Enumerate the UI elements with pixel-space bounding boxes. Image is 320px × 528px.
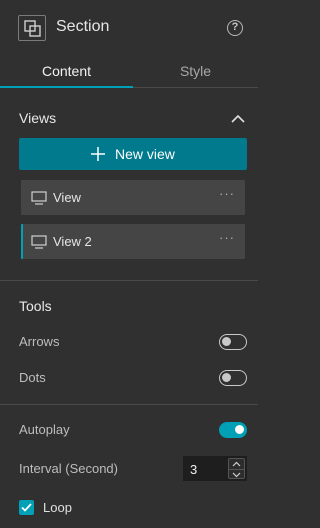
dots-toggle[interactable] [219,370,247,386]
view-list-item[interactable]: View ··· [21,180,245,215]
interval-value[interactable]: 3 [190,462,197,477]
arrows-label: Arrows [19,334,60,349]
new-view-button[interactable]: New view [19,138,247,170]
arrows-toggle[interactable] [219,334,247,350]
autoplay-toggle[interactable] [219,422,247,438]
tab-bar: Content Style [0,56,258,88]
help-icon[interactable]: ? [227,20,243,36]
view-label: View 2 [53,234,92,249]
interval-stepper[interactable] [228,458,245,479]
section-divider [0,280,258,281]
panel-title: Section [56,18,110,35]
views-section-title: Views [19,110,57,126]
view-label: View [53,190,81,205]
dots-label: Dots [19,370,46,385]
more-options-icon[interactable]: ··· [219,230,235,245]
step-up-icon[interactable] [229,459,244,469]
toggle-knob [222,373,231,382]
view-list-item-selected[interactable]: View 2 ··· [21,224,245,259]
toggle-knob [222,337,231,346]
tools-section-title: Tools [19,298,52,314]
section-widget-icon [18,15,46,41]
interval-label: Interval (Second) [19,461,118,476]
monitor-icon [31,191,47,208]
chevron-up-icon[interactable] [231,112,245,123]
tab-style[interactable]: Style [133,56,258,88]
section-divider [0,404,258,405]
autoplay-label: Autoplay [19,422,70,437]
plus-icon [90,146,106,165]
section-settings-panel: Section ? Content Style Views New view V… [0,0,258,528]
toggle-knob [235,425,244,434]
more-options-icon[interactable]: ··· [219,186,235,201]
panel-header: Section ? [0,0,258,56]
loop-label: Loop [43,500,72,515]
loop-checkbox[interactable] [19,500,34,515]
monitor-icon [31,235,47,252]
interval-input[interactable]: 3 [183,456,247,481]
tab-content[interactable]: Content [0,56,133,88]
step-down-icon[interactable] [229,469,244,479]
new-view-label: New view [115,146,175,162]
